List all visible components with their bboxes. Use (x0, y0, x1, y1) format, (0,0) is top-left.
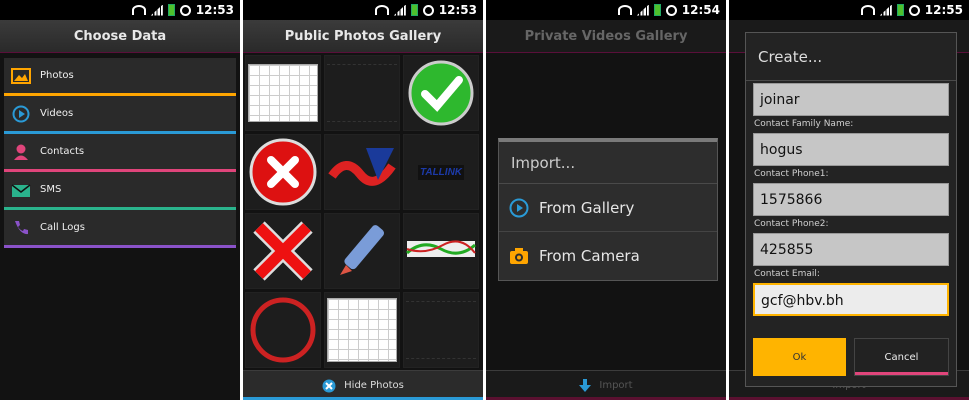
from-camera-option[interactable]: From Camera (499, 232, 717, 280)
hide-photos-label: Hide Photos (344, 380, 404, 391)
red-cross-icon (253, 221, 313, 281)
alarm-icon (908, 4, 920, 16)
color-bar (4, 245, 236, 248)
photo-thumb-circle[interactable] (245, 292, 321, 368)
option-label: From Camera (539, 247, 640, 265)
photo-icon (10, 66, 32, 86)
import-label: Import (599, 380, 633, 391)
dialog-title: Create... (746, 33, 956, 81)
email-field[interactable]: gcf@hbv.bh (753, 283, 949, 316)
battery-icon (896, 4, 904, 16)
menu-item-label: Call Logs (40, 222, 85, 233)
envelope-icon (10, 180, 32, 200)
menu-item-sms[interactable]: SMS (4, 172, 236, 210)
hide-photos-button[interactable]: Hide Photos (243, 370, 483, 400)
menu-item-label: Videos (40, 108, 74, 119)
status-time: 12:53 (438, 3, 477, 17)
photo-thumb-red-x[interactable] (245, 134, 321, 210)
close-circle-icon (322, 379, 336, 392)
signal-icon (879, 4, 892, 16)
play-icon (10, 104, 32, 124)
page-title: Private Videos Gallery (486, 20, 726, 53)
family-name-field[interactable]: hogus (753, 133, 949, 166)
photo-thumb-cross[interactable] (245, 213, 321, 289)
phone-icon (10, 218, 32, 238)
checkmark-icon (408, 60, 474, 126)
screenshot-row: 12:53 Choose Data Photos Videos Contacts (0, 0, 969, 400)
create-dialog: Create... joinar Contact Family Name: ho… (745, 32, 957, 387)
map-strip-icon (406, 240, 476, 257)
dialog-title: Import... (499, 142, 717, 184)
photo-thumb-logo[interactable] (324, 134, 400, 210)
status-time: 12:53 (195, 3, 234, 17)
ok-button[interactable]: Ok (753, 338, 846, 376)
photo-thumb-empty-2[interactable] (403, 292, 479, 368)
alarm-icon (422, 4, 434, 16)
marker-pen-icon (340, 225, 385, 275)
status-time: 12:55 (924, 3, 963, 17)
phone2-label: Contact Phone2: (754, 219, 829, 229)
wifi-icon (131, 5, 146, 15)
screen-public-photos: 12:53 Public Photos Gallery TALLINK Hide… (243, 0, 483, 400)
status-bar: 12:53 (0, 0, 240, 20)
signal-icon (150, 4, 163, 16)
phone1-label: Contact Phone1: (754, 169, 829, 179)
import-button[interactable]: Import (486, 370, 726, 400)
wave-logo-icon (328, 148, 396, 186)
photo-thumb-empty[interactable] (324, 55, 400, 131)
photo-thumb-marker[interactable] (324, 213, 400, 289)
photo-thumb-table[interactable] (324, 292, 400, 368)
play-icon (509, 198, 529, 217)
option-label: From Gallery (539, 198, 635, 217)
tallink-logo: TALLINK (417, 164, 465, 180)
menu-item-label: Photos (40, 70, 74, 81)
menu-item-label: SMS (40, 184, 62, 195)
menu-item-videos[interactable]: Videos (4, 96, 236, 134)
phone1-field[interactable]: 1575866 (753, 183, 949, 216)
battery-icon (410, 4, 418, 16)
menu-item-label: Contacts (40, 146, 85, 157)
phone2-field[interactable]: 425855 (753, 233, 949, 266)
wifi-icon (617, 5, 632, 15)
cancel-button[interactable]: Cancel (854, 338, 949, 376)
menu-item-photos[interactable]: Photos (4, 58, 236, 96)
from-gallery-option[interactable]: From Gallery (499, 184, 717, 232)
battery-icon (167, 4, 175, 16)
import-dialog: Import... From Gallery From Camera (498, 138, 718, 281)
camera-icon (510, 248, 528, 264)
red-ring-icon (250, 297, 316, 363)
page-title: Choose Data (0, 20, 240, 53)
menu-item-call-logs[interactable]: Call Logs (4, 210, 236, 248)
photo-thumb-map[interactable] (403, 213, 479, 289)
battery-icon (653, 4, 661, 16)
signal-icon (636, 4, 649, 16)
person-icon (10, 142, 32, 162)
screen-create-contact: 12:55 Import Create... joinar Contact Fa… (729, 0, 969, 400)
alarm-icon (665, 4, 677, 16)
email-label: Contact Email: (754, 269, 820, 279)
screen-choose-data: 12:53 Choose Data Photos Videos Contacts (0, 0, 240, 400)
first-name-field[interactable]: joinar (753, 83, 949, 116)
status-time: 12:54 (681, 3, 720, 17)
family-name-label: Contact Family Name: (754, 119, 854, 129)
photo-thumb-tallink[interactable]: TALLINK (403, 134, 479, 210)
photo-thumb-spreadsheet[interactable] (245, 55, 321, 131)
wifi-icon (860, 5, 875, 15)
red-x-circle-icon (249, 138, 317, 206)
status-bar: 12:55 (729, 0, 969, 20)
status-bar: 12:53 (243, 0, 483, 20)
signal-icon (393, 4, 406, 16)
wifi-icon (374, 5, 389, 15)
status-bar: 12:54 (486, 0, 726, 20)
download-arrow-icon (579, 378, 592, 392)
alarm-icon (179, 4, 191, 16)
page-title: Public Photos Gallery (243, 20, 483, 53)
photo-grid: TALLINK (245, 55, 481, 370)
screen-private-videos: 12:54 Private Videos Gallery Import... F… (486, 0, 726, 400)
menu-item-contacts[interactable]: Contacts (4, 134, 236, 172)
photo-thumb-checkmark[interactable] (403, 55, 479, 131)
dialog-buttons: Ok Cancel (753, 338, 949, 376)
